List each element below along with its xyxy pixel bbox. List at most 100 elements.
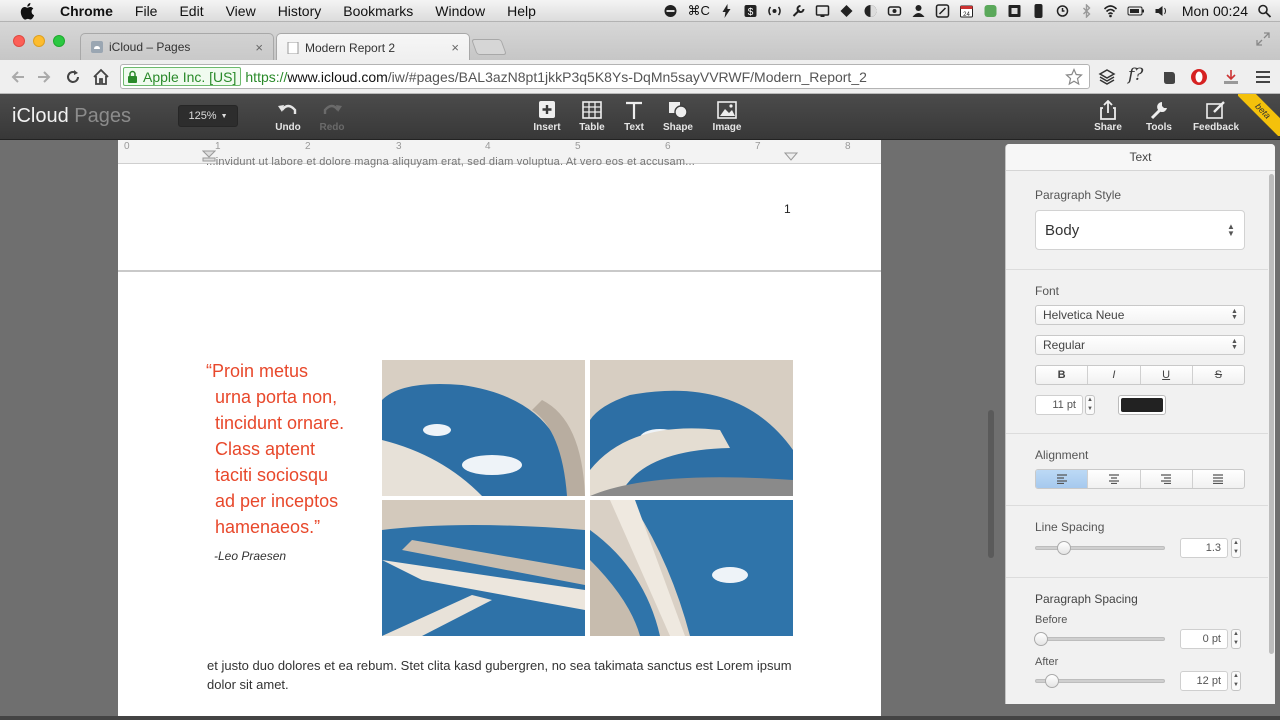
line-spacing-slider[interactable]	[1035, 541, 1165, 555]
apple-icon[interactable]	[18, 1, 38, 21]
menu-file[interactable]: File	[124, 3, 169, 19]
underline-button[interactable]: U	[1141, 366, 1193, 384]
tab-modern-report-2[interactable]: Modern Report 2 ×	[276, 33, 470, 61]
time-machine-icon[interactable]	[1055, 4, 1070, 18]
lightning-icon[interactable]	[719, 3, 734, 18]
architecture-photo-4[interactable]	[590, 500, 793, 636]
back-arrow-icon[interactable]	[8, 67, 28, 87]
align-right-button[interactable]	[1141, 470, 1193, 488]
tools-button[interactable]: Tools	[1136, 100, 1182, 133]
font-size-field[interactable]: 11 pt	[1035, 395, 1083, 415]
pull-quote[interactable]: “Proin metus urna porta non, tincidunt o…	[206, 358, 386, 540]
font-family-select[interactable]: Helvetica Neue ▲ ▼	[1035, 305, 1245, 325]
shape-button[interactable]: Shape	[655, 100, 701, 133]
dollar-icon[interactable]: $	[743, 4, 758, 18]
space-before-slider[interactable]	[1034, 632, 1165, 646]
calendar-icon[interactable]: 24	[959, 4, 974, 18]
font-size-stepper[interactable]: ▲ ▼	[1085, 395, 1095, 415]
text-color-well[interactable]	[1118, 395, 1166, 415]
font-style-select[interactable]: Regular ▲ ▼	[1035, 335, 1245, 355]
opera-extension-icon[interactable]	[1190, 68, 1208, 86]
align-justify-button[interactable]	[1193, 470, 1244, 488]
new-tab-button[interactable]	[471, 39, 507, 55]
architecture-photo-1[interactable]	[382, 360, 585, 496]
zoom-select[interactable]: 125% ▼	[178, 105, 238, 127]
diamond-icon[interactable]	[839, 4, 854, 18]
tab-close-icon[interactable]: ×	[255, 40, 263, 55]
bold-button[interactable]: B	[1036, 366, 1089, 384]
space-after-stepper[interactable]: ▲ ▼	[1231, 671, 1241, 691]
reload-icon[interactable]	[63, 67, 83, 87]
menu-view[interactable]: View	[215, 3, 267, 19]
image-button[interactable]: Image	[704, 100, 750, 133]
space-before-stepper[interactable]: ▲ ▼	[1231, 629, 1241, 649]
slider-knob[interactable]	[1045, 674, 1060, 688]
window-zoom-button[interactable]	[53, 35, 65, 47]
evernote-extension-icon[interactable]	[1160, 68, 1178, 86]
window-minimize-button[interactable]	[33, 35, 45, 47]
forward-arrow-icon[interactable]	[34, 67, 54, 87]
menu-extra-icon[interactable]	[935, 3, 950, 18]
fullscreen-icon[interactable]	[1256, 32, 1270, 46]
text-button[interactable]: Text	[611, 100, 657, 133]
right-indent-marker-icon[interactable]	[784, 152, 798, 162]
align-left-button[interactable]	[1036, 470, 1089, 488]
slider-knob[interactable]	[1056, 541, 1071, 555]
video-icon[interactable]	[887, 4, 902, 18]
ev-certificate-badge[interactable]: Apple Inc. [US]	[123, 67, 242, 86]
home-icon[interactable]	[91, 67, 111, 87]
line-spacing-stepper[interactable]: ▲ ▼	[1231, 538, 1241, 558]
menu-chrome[interactable]: Chrome	[50, 3, 124, 19]
phone-icon[interactable]	[1031, 3, 1046, 18]
half-circle-icon[interactable]	[863, 4, 878, 18]
battery-icon[interactable]	[1127, 4, 1145, 18]
person-icon[interactable]	[911, 4, 926, 18]
feedback-button[interactable]: Feedback	[1193, 100, 1239, 133]
broadcast-icon[interactable]	[767, 4, 782, 18]
volume-icon[interactable]	[1154, 4, 1169, 18]
strikethrough-button[interactable]: S	[1193, 366, 1244, 384]
window-close-button[interactable]	[13, 35, 25, 47]
wrench-icon[interactable]	[791, 4, 806, 18]
menu-help[interactable]: Help	[496, 3, 547, 19]
spotlight-search-icon[interactable]	[1257, 4, 1272, 18]
bookmark-star-icon[interactable]	[1065, 68, 1083, 86]
architecture-photo-3[interactable]	[382, 500, 585, 636]
display-icon[interactable]	[815, 4, 830, 18]
page-2[interactable]: “Proin metus urna porta non, tincidunt o…	[118, 272, 881, 720]
architecture-photo-2[interactable]	[590, 360, 793, 496]
stop-icon[interactable]	[1007, 4, 1022, 18]
redo-button[interactable]: Redo	[309, 100, 355, 133]
page-1[interactable]: ...invidunt ut labore et dolore magna al…	[118, 156, 881, 270]
download-extension-icon[interactable]	[1222, 68, 1240, 86]
menu-edit[interactable]: Edit	[168, 3, 214, 19]
table-button[interactable]: Table	[569, 100, 615, 133]
space-before-field[interactable]: 0 pt	[1180, 629, 1228, 649]
menu-window[interactable]: Window	[424, 3, 496, 19]
command-key-icon[interactable]: ⌘C	[687, 3, 709, 19]
layers-extension-icon[interactable]	[1098, 68, 1116, 86]
align-center-button[interactable]	[1088, 470, 1141, 488]
italic-button[interactable]: I	[1088, 366, 1141, 384]
circle-status-icon[interactable]	[663, 4, 678, 18]
insert-button[interactable]: Insert	[524, 100, 570, 133]
function-extension-icon[interactable]: f?	[1128, 65, 1146, 85]
inspector-scrollbar[interactable]	[1269, 174, 1274, 654]
document-canvas[interactable]: 0 1 2 3 4 5 6 7 8 ...invidunt ut labore …	[0, 140, 1005, 720]
share-button[interactable]: Share	[1085, 100, 1131, 133]
slider-knob[interactable]	[1034, 632, 1048, 646]
clock[interactable]: Mon 00:24	[1182, 3, 1248, 19]
wifi-icon[interactable]	[1103, 4, 1118, 18]
line-spacing-field[interactable]: 1.3	[1180, 538, 1228, 558]
chrome-menu-icon[interactable]	[1254, 68, 1272, 86]
menu-bookmarks[interactable]: Bookmarks	[332, 3, 424, 19]
address-bar[interactable]: Apple Inc. [US] https://www.icloud.com/i…	[120, 64, 1090, 89]
body-paragraph[interactable]: et justo duo dolores et ea rebum. Stet c…	[207, 656, 807, 694]
space-after-field[interactable]: 12 pt	[1180, 671, 1228, 691]
menu-history[interactable]: History	[267, 3, 333, 19]
undo-button[interactable]: Undo	[265, 100, 311, 133]
space-after-slider[interactable]	[1035, 674, 1165, 688]
bluetooth-icon[interactable]	[1079, 3, 1094, 18]
puzzle-icon[interactable]	[983, 4, 998, 18]
paragraph-style-select[interactable]: Body ▲ ▼	[1035, 210, 1245, 250]
